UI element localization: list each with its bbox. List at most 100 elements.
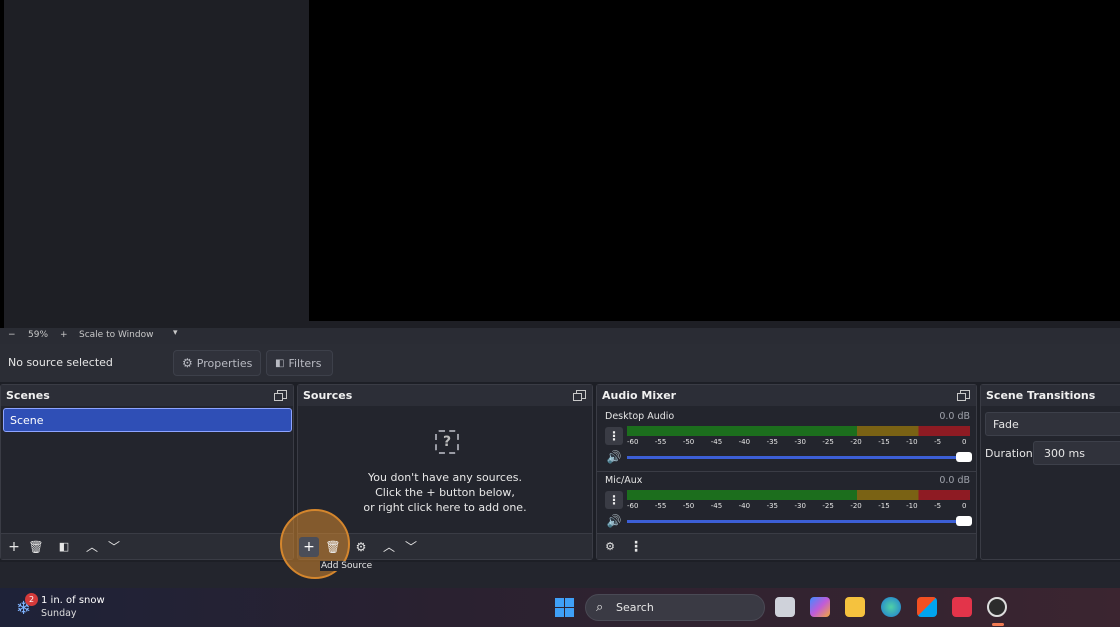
meter-tick-label: -15 bbox=[878, 502, 890, 510]
move-down-icon[interactable]: ﹀ bbox=[402, 538, 420, 556]
meter-tick-label: -10 bbox=[906, 438, 918, 446]
meter-tick-label: -55 bbox=[654, 502, 667, 510]
trash-icon[interactable]: 🗑 bbox=[27, 538, 45, 556]
audio-meter bbox=[627, 490, 970, 500]
undock-icon[interactable] bbox=[573, 390, 586, 401]
windows-start-icon[interactable] bbox=[555, 598, 574, 617]
meter-tick-label: -10 bbox=[906, 502, 918, 510]
volume-knob[interactable] bbox=[956, 452, 972, 462]
scene-list-item[interactable]: Scene bbox=[3, 408, 292, 432]
sources-header: Sources bbox=[298, 385, 592, 406]
channel-name: Desktop Audio bbox=[605, 411, 675, 422]
scenes-title: Scenes bbox=[6, 389, 50, 402]
meter-ticks: -60 -55 -50 -45 -40 -35 -30 -25 -20 -15 -10 -5 0 bbox=[627, 438, 970, 448]
undock-icon[interactable] bbox=[274, 390, 287, 401]
volume-knob[interactable] bbox=[956, 516, 972, 526]
channel-name: Mic/Aux bbox=[605, 475, 643, 486]
taskbar-search[interactable]: ⌕ Search bbox=[585, 594, 765, 621]
transitions-title: Scene Transitions bbox=[986, 389, 1096, 402]
meter-tick-label: -30 bbox=[794, 438, 806, 446]
app-red-icon[interactable] bbox=[952, 597, 972, 617]
zoom-in-button[interactable]: + bbox=[60, 330, 68, 340]
zoom-level: 59% bbox=[28, 330, 49, 340]
search-icon: ⌕ bbox=[596, 600, 604, 615]
status-bar bbox=[0, 562, 1120, 588]
move-up-icon[interactable]: ︿ bbox=[83, 538, 101, 556]
source-properties-gear-icon[interactable]: ⚙ bbox=[352, 538, 370, 556]
scale-mode-label[interactable]: Scale to Window bbox=[79, 330, 153, 340]
sources-empty-message[interactable]: You don't have any sources. Click the + … bbox=[298, 470, 592, 515]
meter-tick-label: -50 bbox=[682, 438, 695, 446]
obs-icon[interactable] bbox=[987, 597, 1007, 617]
scene-transitions-dock: Scene Transitions Fade Duration 300 ms bbox=[980, 384, 1120, 560]
meter-ticks: -60 -55 -50 -45 -40 -35 -30 -25 -20 -15 -10 -5 0 bbox=[627, 502, 970, 512]
meter-tick-label: -40 bbox=[738, 502, 751, 510]
scenes-footer: + 🗑 ◧ ︿ ﹀ bbox=[1, 533, 293, 559]
preview-canvas[interactable] bbox=[309, 0, 1120, 321]
meter-tick-label: -5 bbox=[934, 502, 942, 510]
meter-tick-label: -60 bbox=[627, 502, 639, 510]
sources-title: Sources bbox=[303, 389, 353, 402]
taskbar: ❄ 2 1 in. of snow Sunday ⌕ Search bbox=[0, 588, 1120, 627]
store-icon[interactable] bbox=[917, 597, 937, 617]
duration-input[interactable]: 300 ms bbox=[1033, 441, 1120, 465]
filters-label: Filters bbox=[288, 356, 322, 370]
meter-tick-label: -30 bbox=[794, 502, 806, 510]
meter-tick-label: -5 bbox=[934, 438, 942, 446]
advanced-audio-gear-icon[interactable]: ⚙ bbox=[601, 538, 619, 556]
meter-tick-label: 0 bbox=[962, 438, 967, 446]
empty-line-1: You don't have any sources. bbox=[368, 471, 522, 484]
transition-select[interactable]: Fade bbox=[985, 412, 1120, 436]
undock-icon[interactable] bbox=[957, 390, 970, 401]
add-source-button[interactable]: + bbox=[299, 537, 319, 557]
audio-mixer-dock: Audio Mixer Desktop Audio 0.0 dB ⋮ -60 -5… bbox=[596, 384, 977, 560]
kebab-menu-icon[interactable]: ⋮ bbox=[605, 491, 623, 509]
task-view-icon[interactable] bbox=[775, 597, 795, 617]
move-up-icon[interactable]: ︿ bbox=[380, 538, 398, 556]
scenes-header: Scenes bbox=[1, 385, 293, 406]
gear-icon: ⚙ bbox=[182, 356, 193, 370]
search-placeholder: Search bbox=[616, 601, 654, 614]
zoom-bar: − 59% + Scale to Window ▾ bbox=[0, 328, 1120, 344]
file-explorer-icon[interactable] bbox=[845, 597, 865, 617]
speaker-icon[interactable]: 🔊 bbox=[605, 448, 623, 466]
meter-tick-label: -45 bbox=[710, 438, 723, 446]
speaker-icon[interactable]: 🔊 bbox=[605, 512, 623, 530]
meter-tick-label: -35 bbox=[766, 502, 779, 510]
audio-meter bbox=[627, 426, 970, 436]
meter-tick-label: -20 bbox=[850, 502, 862, 510]
duration-label: Duration bbox=[985, 447, 1033, 460]
meter-tick-label: -60 bbox=[627, 438, 639, 446]
filters-button[interactable]: ◧ Filters bbox=[266, 350, 333, 376]
volume-slider[interactable] bbox=[627, 516, 972, 526]
meter-tick-label: -45 bbox=[710, 502, 723, 510]
weather-text[interactable]: 1 in. of snow bbox=[41, 595, 105, 606]
meter-tick-label: -15 bbox=[878, 438, 890, 446]
meter-tick-label: 0 bbox=[962, 502, 967, 510]
scene-filters-icon[interactable]: ◧ bbox=[55, 538, 73, 556]
transitions-header: Scene Transitions bbox=[981, 385, 1120, 406]
move-down-icon[interactable]: ﹀ bbox=[105, 538, 123, 556]
active-app-indicator bbox=[992, 623, 1004, 626]
zoom-out-button[interactable]: − bbox=[8, 330, 16, 340]
volume-slider[interactable] bbox=[627, 452, 972, 462]
meter-tick-label: -20 bbox=[850, 438, 862, 446]
caret-down-icon[interactable]: ▾ bbox=[173, 328, 178, 338]
meter-tick-label: -25 bbox=[822, 502, 834, 510]
meter-tick-label: -55 bbox=[654, 438, 667, 446]
meter-tick-label: -35 bbox=[766, 438, 779, 446]
empty-line-2: Click the + button below, bbox=[375, 486, 515, 499]
properties-button[interactable]: ⚙ Properties bbox=[173, 350, 261, 376]
meter-tick-label: -25 bbox=[822, 438, 834, 446]
weather-day: Sunday bbox=[41, 608, 77, 619]
filter-icon: ◧ bbox=[275, 357, 285, 369]
edge-icon[interactable] bbox=[881, 597, 901, 617]
left-pane bbox=[4, 0, 309, 328]
remove-source-icon[interactable]: 🗑 bbox=[324, 537, 342, 557]
kebab-menu-icon[interactable]: ⋮ bbox=[627, 538, 645, 556]
question-icon: ? bbox=[435, 430, 459, 454]
kebab-menu-icon[interactable]: ⋮ bbox=[605, 427, 623, 445]
add-scene-icon[interactable]: + bbox=[5, 538, 23, 556]
copilot-icon[interactable] bbox=[810, 597, 830, 617]
no-source-label: No source selected bbox=[8, 356, 113, 369]
